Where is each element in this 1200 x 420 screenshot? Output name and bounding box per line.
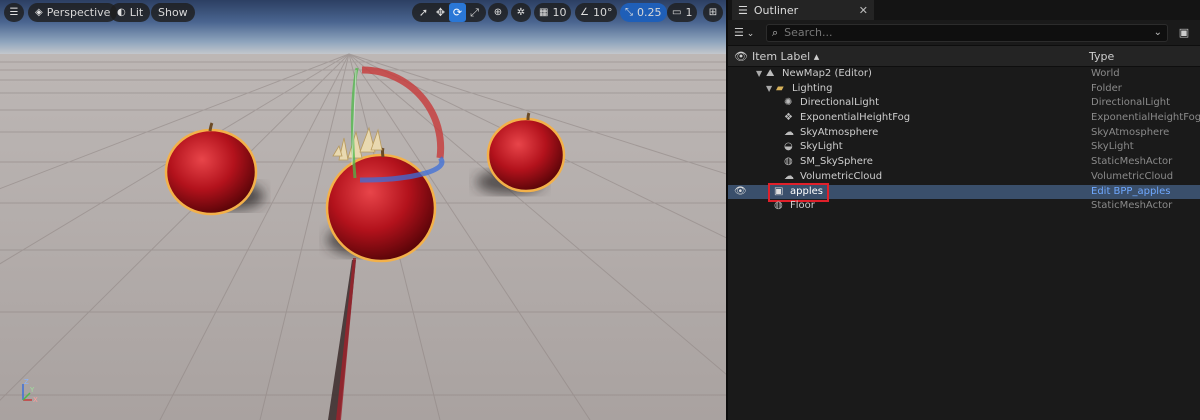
- scale-snap-value: 0.25: [637, 6, 662, 19]
- grid-snap-button[interactable]: ▦ 10: [534, 3, 572, 22]
- perspective-label: Perspective: [46, 6, 111, 19]
- axis-z-label: Z: [24, 378, 29, 386]
- lit-label: Lit: [129, 6, 144, 19]
- mesh-icon: ◍: [774, 200, 783, 212]
- folder-add-icon: ▣: [1178, 26, 1190, 39]
- level-viewport[interactable]: ☰ ◈ Perspective ◐ Lit Show ➚ ✥ ⟳ ⤢ ⊕ ✲ ▦…: [0, 0, 726, 420]
- search-icon: ⌕: [772, 25, 779, 39]
- sun-icon: ✺: [784, 97, 793, 109]
- outliner-tab-bar: ☰ Outliner ✕: [728, 0, 1200, 20]
- outliner-icon: ☰: [738, 3, 748, 17]
- outliner-tab-title: Outliner: [753, 3, 799, 17]
- item-label-column[interactable]: Item Label ▴: [752, 50, 819, 63]
- grid-icon: ▦: [539, 7, 549, 18]
- angle-icon: ∠: [580, 7, 589, 18]
- skylight-icon: ◒: [784, 141, 793, 153]
- axis-indicator: Z Y X: [18, 378, 50, 404]
- camera-icon: ▭: [672, 7, 682, 18]
- visibility-eye-icon[interactable]: 👁: [734, 185, 747, 200]
- filter-button[interactable]: ☰ ⌄: [734, 26, 760, 39]
- search-dropdown-icon[interactable]: ⌄: [1154, 27, 1162, 38]
- cube-icon: ◈: [35, 7, 43, 18]
- hamburger-icon: ☰: [9, 7, 19, 18]
- tree-row-actor[interactable]: ◍ SM_SkySphere StaticMeshActor: [728, 155, 1200, 170]
- globe-icon: ⊕: [493, 7, 503, 18]
- camera-speed-value: 1: [685, 6, 693, 19]
- add-folder-button[interactable]: ▣: [1174, 26, 1194, 39]
- mesh-icon: ◍: [784, 156, 793, 168]
- viewport-toolbar: ☰ ◈ Perspective ◐ Lit Show ➚ ✥ ⟳ ⤢ ⊕ ✲ ▦…: [0, 3, 726, 23]
- perspective-button[interactable]: ◈ Perspective: [28, 3, 118, 22]
- scene-render[interactable]: [0, 0, 726, 420]
- rotation-snap-button[interactable]: ∠ 10°: [575, 3, 618, 22]
- lit-sphere-icon: ◐: [117, 7, 126, 18]
- expand-arrow-icon[interactable]: ▼: [756, 67, 762, 82]
- chevron-down-icon: ⌄: [743, 29, 755, 39]
- visibility-column-icon[interactable]: 👁: [734, 50, 748, 63]
- grid-snap-value: 10: [552, 6, 567, 19]
- tree-row-apples-selected[interactable]: 👁 ▣ apples Edit BPP_apples: [728, 182, 1200, 202]
- scale-mode-icon[interactable]: ⤢: [466, 3, 483, 22]
- atmosphere-icon: ☁: [784, 126, 794, 138]
- folder-icon: ▰: [776, 82, 784, 94]
- world-local-button[interactable]: ⊕: [488, 3, 508, 22]
- filter-icon: ☰: [734, 26, 744, 39]
- blueprint-actor-icon: ▣: [774, 185, 784, 197]
- show-label: Show: [158, 6, 188, 19]
- surface-snap-button[interactable]: ✲: [511, 3, 531, 22]
- rotate-mode-icon[interactable]: ⟳: [449, 3, 466, 22]
- tree-row-world[interactable]: ▼ ⛰ NewMap2 (Editor) World: [728, 67, 1200, 82]
- scale-snap-icon: ⤡: [625, 7, 633, 18]
- tree-row-actor[interactable]: ✺ DirectionalLight DirectionalLight: [728, 96, 1200, 111]
- surface-snap-icon: ✲: [516, 7, 526, 18]
- transform-mode-group: ➚ ✥ ⟳ ⤢: [412, 3, 486, 22]
- outliner-column-header: 👁 Item Label ▴ Type: [728, 45, 1200, 67]
- translate-mode-icon[interactable]: ✥: [432, 3, 449, 22]
- layout-icon: ⊞: [708, 7, 718, 18]
- tree-row-actor[interactable]: ☁ SkyAtmosphere SkyAtmosphere: [728, 126, 1200, 141]
- search-input[interactable]: [784, 26, 1148, 39]
- edit-blueprint-link[interactable]: Edit BPP_apples: [1091, 185, 1170, 200]
- tree-row-folder[interactable]: ▼ ▰ Lighting Folder: [728, 82, 1200, 97]
- outliner-tree: ▼ ⛰ NewMap2 (Editor) World ▼ ▰ Lighting …: [728, 67, 1200, 214]
- axis-y-label: Y: [29, 386, 35, 394]
- outliner-panel: ☰ Outliner ✕ ☰ ⌄ ⌕ ⌄ ▣ 👁 Item Label ▴ Ty…: [726, 0, 1200, 420]
- outliner-tab[interactable]: ☰ Outliner ✕: [732, 0, 874, 20]
- select-mode-icon[interactable]: ➚: [415, 3, 432, 22]
- search-box: ⌕ ⌄: [766, 23, 1168, 42]
- close-icon[interactable]: ✕: [859, 4, 868, 17]
- tree-row-actor[interactable]: ◒ SkyLight SkyLight: [728, 140, 1200, 155]
- axis-x-label: X: [33, 396, 38, 404]
- viewport-layout-button[interactable]: ⊞: [703, 3, 723, 22]
- viewport-menu-button[interactable]: ☰: [4, 3, 24, 22]
- tree-row-actor[interactable]: ❖ ExponentialHeightFog ExponentialHeight…: [728, 111, 1200, 126]
- outliner-search-bar: ☰ ⌄ ⌕ ⌄ ▣: [728, 20, 1200, 45]
- world-icon: ⛰: [766, 68, 775, 79]
- view-mode-lit-button[interactable]: ◐ Lit: [110, 3, 151, 22]
- show-button[interactable]: Show: [151, 3, 195, 22]
- expand-arrow-icon[interactable]: ▼: [766, 82, 772, 97]
- rotation-snap-value: 10°: [592, 6, 613, 19]
- type-column[interactable]: Type: [1089, 50, 1114, 63]
- tree-row-actor[interactable]: ◍ Floor StaticMeshActor: [728, 199, 1200, 214]
- camera-speed-button[interactable]: ▭ 1: [667, 3, 698, 22]
- fog-icon: ❖: [784, 112, 793, 124]
- scale-snap-button[interactable]: ⤡ 0.25: [620, 3, 667, 22]
